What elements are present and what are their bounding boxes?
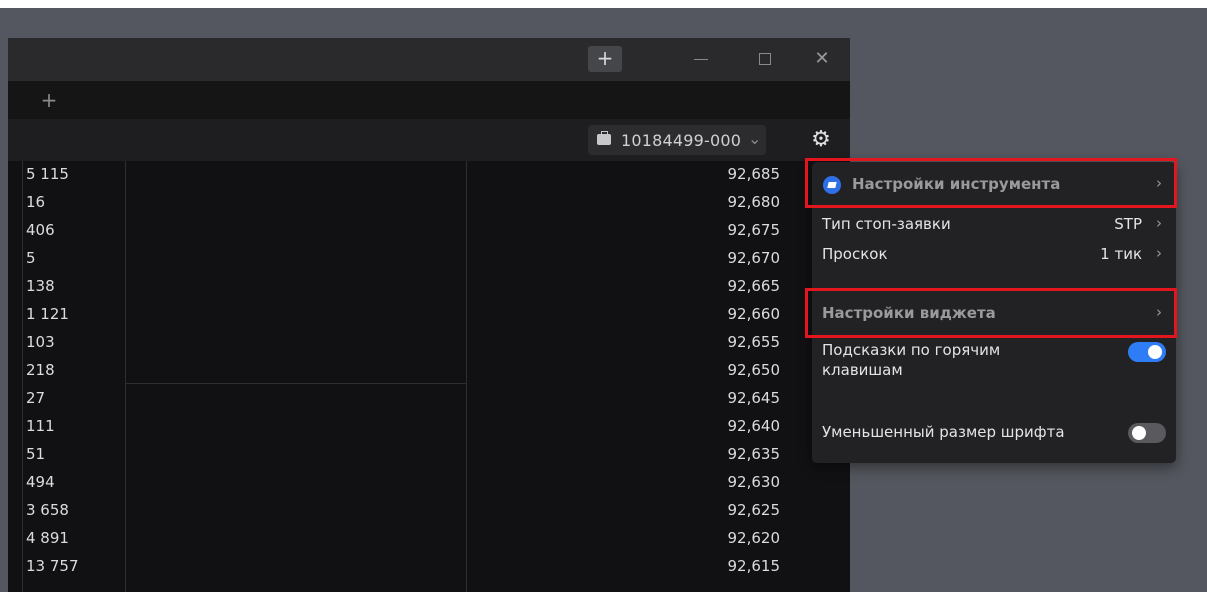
tab-bar: + [8,81,850,119]
minimize-button[interactable] [686,46,716,72]
slippage-value: 1 тик [1100,245,1142,263]
widget-toolbar: 10184499-000 ⌄ ⚙ [8,119,850,161]
window-titlebar: + ✕ [8,38,850,81]
price-cell: 92,685 [727,165,781,183]
volume-cell: 138 [26,277,55,295]
price-cell: 92,660 [727,305,781,323]
small-font-label: Уменьшенный размер шрифта [822,423,1065,441]
account-selector[interactable]: 10184499-000 ⌄ [588,125,766,155]
slippage-label: Проскок [822,245,888,263]
hotkey-hints-label: Подсказки по горячим клавишам [822,341,1001,379]
add-widget-button[interactable]: + [588,46,622,72]
price-cell: 92,655 [727,333,781,351]
briefcase-icon [597,131,611,145]
highlight-box-instrument-settings [805,158,1177,208]
volume-cell: 494 [26,473,55,491]
volume-cell: 1 121 [26,305,69,323]
price-cell: 92,650 [727,361,781,379]
maximize-button[interactable] [750,46,780,72]
price-cell: 92,665 [727,277,781,295]
close-button[interactable]: ✕ [807,46,837,72]
column-divider [125,161,126,592]
volume-cell: 103 [26,333,55,351]
price-cell: 92,625 [727,501,781,519]
volume-cell: 27 [26,389,46,407]
highlight-box-widget-settings [805,288,1177,338]
price-cell: 92,635 [727,445,781,463]
order-book-table: 5 115 92,685 16 92,680 406 92,675 5 92,670 138 92… [8,161,850,592]
toggle-knob [1132,426,1146,440]
stop-order-type-value: STP [1114,215,1142,233]
price-cell: 92,615 [727,557,781,575]
column-divider [22,161,23,592]
menu-item-stop-order-type[interactable]: Тип стоп-заявки STP › [812,212,1176,238]
account-number: 10184499-000 [621,131,742,150]
price-cell: 92,630 [727,473,781,491]
stop-order-type-label: Тип стоп-заявки [822,215,951,233]
column-divider [466,161,467,592]
trading-window: + ✕ + 10184499-000 ⌄ ⚙ 5 115 92,685 16 92,6… [8,38,850,592]
price-cell: 92,640 [727,417,781,435]
small-font-toggle[interactable] [1128,423,1166,443]
volume-cell: 4 891 [26,529,69,547]
price-cell: 92,675 [727,221,781,239]
price-cell: 92,670 [727,249,781,267]
volume-cell: 218 [26,361,55,379]
menu-item-small-font: Уменьшенный размер шрифта [812,420,1176,446]
row-divider [125,383,466,384]
add-tab-button[interactable]: + [36,87,62,113]
toggle-knob [1148,345,1162,359]
volume-cell: 5 [26,249,36,267]
volume-cell: 5 115 [26,165,69,183]
gear-icon[interactable]: ⚙ [808,127,834,153]
volume-cell: 16 [26,193,46,211]
chevron-down-icon: ⌄ [748,129,762,148]
volume-cell: 3 658 [26,501,69,519]
volume-cell: 111 [26,417,55,435]
volume-cell: 13 757 [26,557,79,575]
menu-item-slippage[interactable]: Проскок 1 тик › [812,242,1176,268]
chevron-right-icon: › [1156,244,1162,262]
price-cell: 92,620 [727,529,781,547]
chevron-right-icon: › [1156,214,1162,232]
menu-item-hotkey-hints: Подсказки по горячим клавишам [812,340,1176,384]
volume-cell: 51 [26,445,46,463]
volume-cell: 406 [26,221,55,239]
hotkey-hints-toggle[interactable] [1128,342,1166,362]
price-cell: 92,680 [727,193,781,211]
price-cell: 92,645 [727,389,781,407]
